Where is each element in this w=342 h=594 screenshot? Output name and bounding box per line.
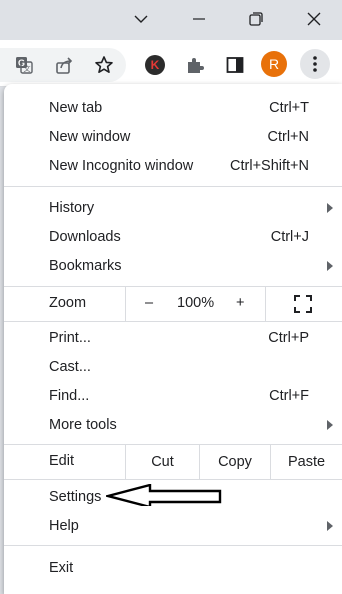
- fullscreen-button[interactable]: [294, 295, 312, 313]
- side-panel-button[interactable]: [221, 51, 249, 79]
- menu-item-downloads[interactable]: Downloads Ctrl+J: [4, 222, 342, 251]
- restore-button[interactable]: [227, 0, 285, 38]
- title-bar: [0, 0, 342, 40]
- menu-item-label: Print...: [49, 329, 91, 346]
- menu-item-more-tools[interactable]: More tools: [4, 410, 342, 439]
- menu-item-shortcut: Ctrl+N: [267, 128, 310, 145]
- menu-divider: [125, 287, 126, 321]
- close-icon: [307, 12, 321, 26]
- edit-row: Edit Cut Copy Paste: [4, 445, 342, 479]
- menu-item-new-window[interactable]: New window Ctrl+N: [4, 122, 342, 151]
- close-window-button[interactable]: [285, 0, 342, 38]
- menu-item-bookmarks[interactable]: Bookmarks: [4, 251, 342, 280]
- menu-item-label: New tab: [49, 99, 103, 116]
- star-icon: [95, 56, 113, 74]
- more-vert-icon: [313, 56, 317, 72]
- menu-item-new-incognito-window[interactable]: New Incognito window Ctrl+Shift+N: [4, 151, 342, 180]
- menu-item-shortcut: Ctrl+J: [270, 228, 309, 245]
- bookmark-star-button[interactable]: [90, 51, 118, 79]
- zoom-label: Zoom: [49, 295, 87, 311]
- menu-item-shortcut: Ctrl+F: [269, 387, 309, 404]
- menu-item-find[interactable]: Find... Ctrl+F: [4, 381, 342, 410]
- chevron-down-icon: [134, 15, 148, 23]
- left-arrow-annotation-icon: [106, 484, 222, 506]
- restore-icon: [249, 12, 263, 26]
- submenu-arrow-icon: [327, 261, 333, 271]
- menu-item-label: New Incognito window: [49, 157, 194, 174]
- menu-item-label: Find...: [49, 387, 90, 404]
- chrome-menu-button[interactable]: [300, 49, 330, 79]
- extension-k-icon: K: [145, 55, 165, 75]
- submenu-arrow-icon: [327, 521, 333, 531]
- cut-label: Cut: [151, 454, 174, 470]
- copy-label: Copy: [218, 454, 252, 470]
- menu-divider: [4, 479, 342, 480]
- submenu-arrow-icon: [327, 420, 333, 430]
- translate-icon: G 文: [16, 57, 33, 74]
- submenu-arrow-icon: [327, 203, 333, 213]
- menu-divider: [265, 287, 266, 321]
- menu-item-shortcut: Ctrl+T: [269, 99, 309, 116]
- share-icon: [56, 57, 73, 74]
- edit-label: Edit: [49, 453, 74, 469]
- menu-item-label: More tools: [49, 416, 117, 433]
- menu-item-new-tab[interactable]: New tab Ctrl+T: [4, 93, 342, 122]
- menu-item-shortcut: Ctrl+Shift+N: [230, 157, 309, 174]
- side-panel-icon: [226, 57, 244, 73]
- menu-item-help[interactable]: Help: [4, 511, 342, 540]
- menu-item-cast[interactable]: Cast...: [4, 352, 342, 381]
- menu-item-print[interactable]: Print... Ctrl+P: [4, 323, 342, 352]
- menu-item-label: New window: [49, 128, 131, 145]
- menu-item-label: Settings: [49, 488, 102, 505]
- zoom-level-value: 100%: [177, 295, 215, 311]
- paste-button[interactable]: Paste: [271, 445, 342, 479]
- browser-toolbar: G 文 K R: [0, 40, 342, 87]
- menu-item-label: Help: [49, 517, 79, 534]
- copy-button[interactable]: Copy: [200, 445, 270, 479]
- svg-text:文: 文: [24, 64, 31, 73]
- menu-item-label: Cast...: [49, 358, 91, 375]
- minimize-button[interactable]: [170, 0, 228, 38]
- paste-label: Paste: [287, 454, 326, 470]
- menu-item-history[interactable]: History: [4, 193, 342, 222]
- puzzle-icon: [188, 58, 204, 73]
- minimize-icon: [193, 18, 205, 20]
- menu-divider: [4, 321, 342, 322]
- zoom-row: Zoom – 100% +: [4, 287, 342, 321]
- avatar: R: [261, 51, 287, 77]
- extensions-button[interactable]: [181, 51, 209, 79]
- extension-k-button[interactable]: K: [141, 51, 169, 79]
- menu-item-label: Downloads: [49, 228, 121, 245]
- profile-button[interactable]: R: [260, 50, 288, 78]
- fullscreen-icon: [294, 295, 312, 313]
- zoom-out-button[interactable]: –: [145, 295, 153, 311]
- cut-button[interactable]: Cut: [126, 445, 199, 479]
- menu-divider: [4, 545, 342, 546]
- zoom-in-button[interactable]: +: [236, 295, 244, 311]
- menu-item-exit[interactable]: Exit: [4, 553, 342, 582]
- share-button[interactable]: [50, 51, 78, 79]
- menu-divider: [4, 186, 342, 187]
- translate-button[interactable]: G 文: [10, 51, 38, 79]
- menu-item-label: Exit: [49, 559, 74, 576]
- menu-item-shortcut: Ctrl+P: [268, 329, 309, 346]
- menu-item-label: Bookmarks: [49, 257, 122, 274]
- chrome-app-menu: New tab Ctrl+T New window Ctrl+N New Inc…: [4, 84, 342, 594]
- tab-search-button[interactable]: [112, 0, 170, 38]
- menu-item-label: History: [49, 199, 95, 216]
